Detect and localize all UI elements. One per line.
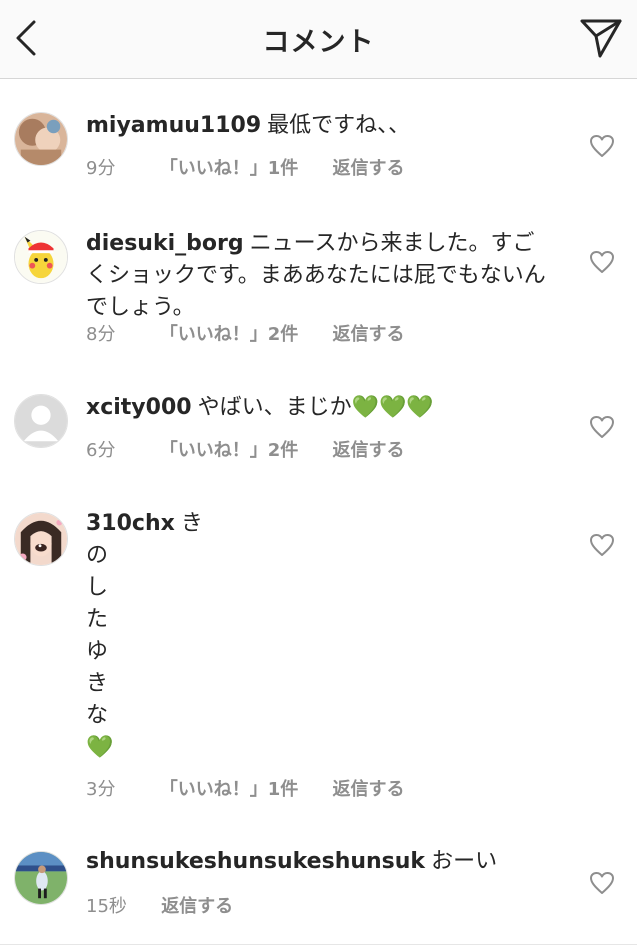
comment-username[interactable]: shunsukeshunsukeshunsuk: [86, 849, 425, 874]
comment-text: おーい: [431, 849, 498, 874]
reply-button[interactable]: 返信する: [333, 320, 405, 346]
comment-text: やばい、まじか💚💚💚: [197, 395, 434, 420]
comment-username[interactable]: miyamuu1109: [86, 113, 261, 138]
avatar-placeholder[interactable]: [14, 394, 68, 448]
comment-time: 15秒: [86, 896, 127, 917]
header-bar: コメント: [0, 0, 637, 79]
reply-button[interactable]: 返信する: [161, 892, 233, 918]
comment-username[interactable]: 310chx: [86, 511, 175, 536]
comment-time: 8分: [86, 324, 116, 345]
paper-plane-icon: [580, 19, 622, 58]
avatar[interactable]: [14, 851, 68, 905]
likes-count-link[interactable]: 「いいね！」1件: [160, 775, 299, 801]
likes-count-link[interactable]: 「いいね！」2件: [160, 436, 299, 462]
reply-button[interactable]: 返信する: [333, 775, 405, 801]
comment-text: 最低ですね、、: [267, 113, 411, 138]
reply-button[interactable]: 返信する: [333, 154, 405, 180]
likes-count-link[interactable]: 「いいね！」2件: [160, 320, 299, 346]
divider: [0, 944, 637, 945]
comment-text: き の し た ゆ き な 💚: [86, 511, 203, 760]
comment-time: 6分: [86, 440, 116, 461]
avatar[interactable]: [14, 112, 68, 166]
heart-icon[interactable]: [589, 871, 615, 895]
comment-username[interactable]: diesuki_borg: [86, 231, 244, 256]
comment-time: 3分: [86, 779, 116, 800]
heart-icon[interactable]: [589, 415, 615, 439]
heart-icon[interactable]: [589, 250, 615, 274]
comment-time: 9分: [86, 158, 116, 179]
likes-count-link[interactable]: 「いいね！」1件: [160, 154, 299, 180]
comment-username[interactable]: xcity000: [86, 395, 192, 420]
reply-button[interactable]: 返信する: [333, 436, 405, 462]
avatar[interactable]: [14, 230, 68, 284]
avatar[interactable]: [14, 512, 68, 566]
heart-icon[interactable]: [589, 533, 615, 557]
heart-icon[interactable]: [589, 134, 615, 158]
share-button[interactable]: [579, 16, 623, 60]
page-title: コメント: [262, 27, 375, 58]
